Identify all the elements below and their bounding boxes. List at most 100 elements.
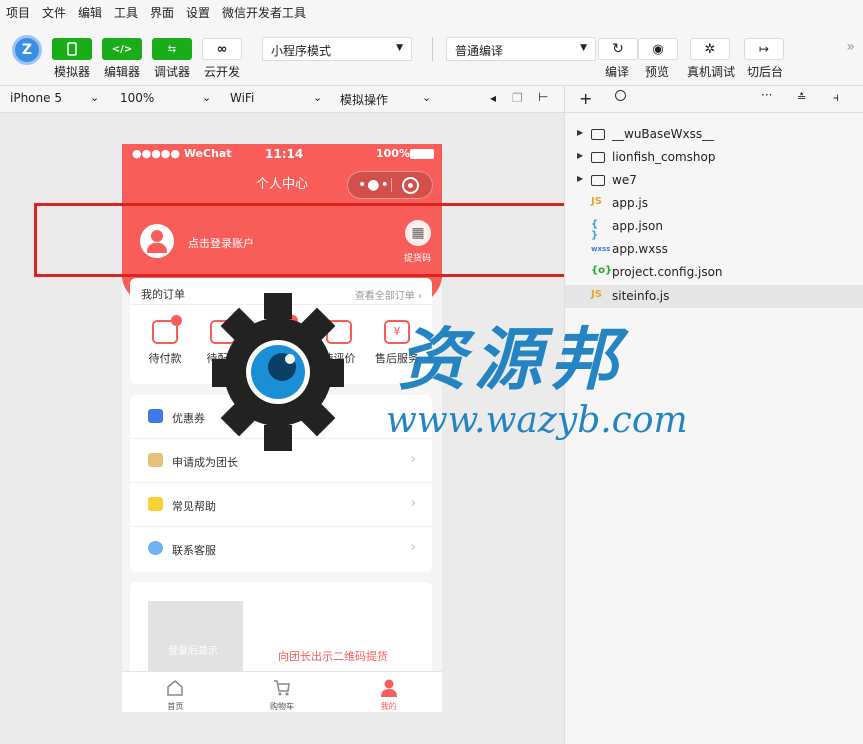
home-icon: [167, 680, 184, 696]
help-doc-icon: [148, 497, 163, 511]
folder-icon: [591, 127, 607, 141]
remote-debug-button[interactable]: ✲: [690, 38, 730, 60]
debug-icon: ⇆: [167, 43, 177, 55]
order-pending-delivery[interactable]: 待配送: [198, 314, 248, 366]
service-icon: [148, 541, 163, 555]
file-item-selected[interactable]: JS siteinfo.js: [565, 285, 863, 308]
order-after-sales[interactable]: ¥ 售后服务: [372, 314, 422, 366]
debugger-button[interactable]: ⇆: [152, 38, 192, 60]
detach-icon[interactable]: ⊢: [538, 90, 548, 104]
more-dots-icon[interactable]: •●•: [358, 164, 390, 206]
window-icon[interactable]: ❐: [512, 91, 523, 105]
orders-card: 我的订单 查看全部订单 › 待付款 待配送 待提货 待评价 ¥ 售后服务: [130, 278, 432, 384]
sim-action-value: 模拟操作: [340, 93, 389, 107]
wallet-icon: [152, 315, 182, 344]
more-icon[interactable]: »: [846, 39, 855, 55]
file-item[interactable]: ▶ we7: [565, 169, 863, 192]
mode-value: 小程序模式: [271, 44, 332, 58]
chevron-down-icon: ⌄: [422, 91, 432, 104]
user-icon: [380, 679, 397, 697]
chevron-right-icon: ›: [410, 408, 416, 423]
chevron-down-icon: ⌄: [90, 91, 100, 104]
simulator-button[interactable]: [52, 38, 92, 60]
carrier-text: ●●●●● WeChat: [132, 147, 232, 160]
menu-wechat-devtools[interactable]: 微信开发者工具: [222, 4, 306, 21]
zoom-select[interactable]: 100% ⌄: [120, 91, 212, 105]
sim-action-select[interactable]: 模拟操作 ⌄: [340, 91, 432, 108]
network-select[interactable]: WiFi ⌄: [230, 91, 322, 105]
clock-text: 11:14: [265, 147, 304, 161]
file-item[interactable]: JS app.js: [565, 192, 863, 215]
menu-settings[interactable]: 设置: [186, 4, 210, 21]
battery-icon: [410, 149, 434, 159]
file-item[interactable]: wxss app.wxss: [565, 238, 863, 261]
orders-all-link[interactable]: 查看全部订单 ›: [355, 287, 422, 302]
chevron-right-icon: ›: [410, 452, 416, 467]
tab-home[interactable]: 首页: [122, 672, 229, 712]
avatar[interactable]: Z: [12, 35, 42, 65]
switch-icon: ↦: [758, 42, 770, 56]
menu-file[interactable]: 文件: [42, 4, 66, 21]
cloud-label: 云开发: [204, 65, 241, 79]
chevron-right-icon: ›: [410, 540, 416, 555]
sound-icon[interactable]: ◂: [490, 91, 496, 105]
wxss-file-icon: wxss: [591, 245, 611, 253]
compile-mode-select[interactable]: 普通编译 ▼: [446, 37, 596, 61]
menu-edit[interactable]: 编辑: [78, 4, 102, 21]
list-item-help[interactable]: 常见帮助 ›: [130, 483, 432, 527]
add-icon[interactable]: +: [579, 89, 592, 108]
file-item[interactable]: {o} project.config.json: [565, 261, 863, 284]
list-item-apply-leader[interactable]: 申请成为团长 ›: [130, 439, 432, 483]
status-bar: ●●●●● WeChat 11:14 100%: [122, 144, 442, 164]
chevron-right-icon: ›: [410, 496, 416, 511]
chevron-down-icon: ▼: [580, 43, 587, 53]
background-label: 切后台: [747, 65, 784, 79]
capsule-menu[interactable]: •●•: [347, 171, 433, 199]
qr-tip: 向团长出示二维码提货: [278, 650, 388, 663]
device-value: iPhone 5: [10, 91, 62, 105]
folder-icon: [591, 173, 607, 187]
nav-bar: 个人中心 •●•: [122, 164, 442, 206]
device-select[interactable]: iPhone 5 ⌄: [10, 91, 102, 105]
toolbar: Z 模拟器 </> 编辑器 ⇆ 调试器 ∞ 云开发 小程序模式 ▼ 普通编译 ▼…: [0, 25, 863, 86]
file-item[interactable]: ▶ __wuBaseWxss__: [565, 123, 863, 146]
list-item-coupon[interactable]: 优惠券 ›: [130, 395, 432, 439]
panel-toggle-icon[interactable]: ⫞: [833, 90, 839, 105]
preview-button[interactable]: ◉: [638, 38, 678, 60]
order-pending-pay[interactable]: 待付款: [140, 314, 190, 366]
folder-icon: [591, 150, 607, 164]
json-file-icon: { }: [591, 219, 599, 241]
order-pending-review[interactable]: 待评价: [314, 314, 364, 366]
qr-placeholder: 登录后显示: [148, 601, 243, 682]
more-menu-icon[interactable]: ···: [761, 88, 772, 102]
menu-tools[interactable]: 工具: [114, 4, 138, 21]
file-item[interactable]: ▶ lionfish_comshop: [565, 146, 863, 169]
compile-button[interactable]: ↻: [598, 38, 638, 60]
debugger-label: 调试器: [154, 65, 191, 79]
compile-label: 编译: [605, 65, 630, 79]
simulator-subbar: iPhone 5 ⌄ 100% ⌄ WiFi ⌄ 模拟操作 ⌄ ◂ ❐ ⊢: [0, 86, 564, 113]
background-button[interactable]: ↦: [744, 38, 784, 60]
order-pending-pickup[interactable]: 待提货: [256, 314, 306, 366]
cloud-icon: ∞: [216, 41, 228, 57]
editor-label: 编辑器: [104, 65, 141, 79]
highlight-box: [34, 203, 572, 277]
search-icon[interactable]: [615, 90, 626, 101]
network-value: WiFi: [230, 91, 255, 105]
qr-card: 登录后显示 向团长出示二维码提货: [130, 582, 432, 682]
menu-view[interactable]: 界面: [150, 4, 174, 21]
menu-card: 优惠券 › 申请成为团长 › 常见帮助 › 联系客服 ›: [130, 395, 432, 572]
comment-icon: [326, 320, 352, 344]
collapse-icon[interactable]: ≛: [797, 91, 806, 104]
file-item[interactable]: { } app.json: [565, 215, 863, 241]
tab-cart[interactable]: 购物车: [229, 672, 336, 712]
orders-title: 我的订单: [141, 288, 185, 301]
chevron-down-icon: ⌄: [313, 91, 323, 104]
list-item-customer-service[interactable]: 联系客服 ›: [130, 527, 432, 571]
cloud-button[interactable]: ∞: [202, 38, 242, 60]
menu-project[interactable]: 项目: [6, 4, 30, 21]
tab-mine[interactable]: 我的: [335, 672, 442, 712]
simulator-label: 模拟器: [54, 65, 91, 79]
mode-select[interactable]: 小程序模式 ▼: [262, 37, 412, 61]
editor-button[interactable]: </>: [102, 38, 142, 60]
